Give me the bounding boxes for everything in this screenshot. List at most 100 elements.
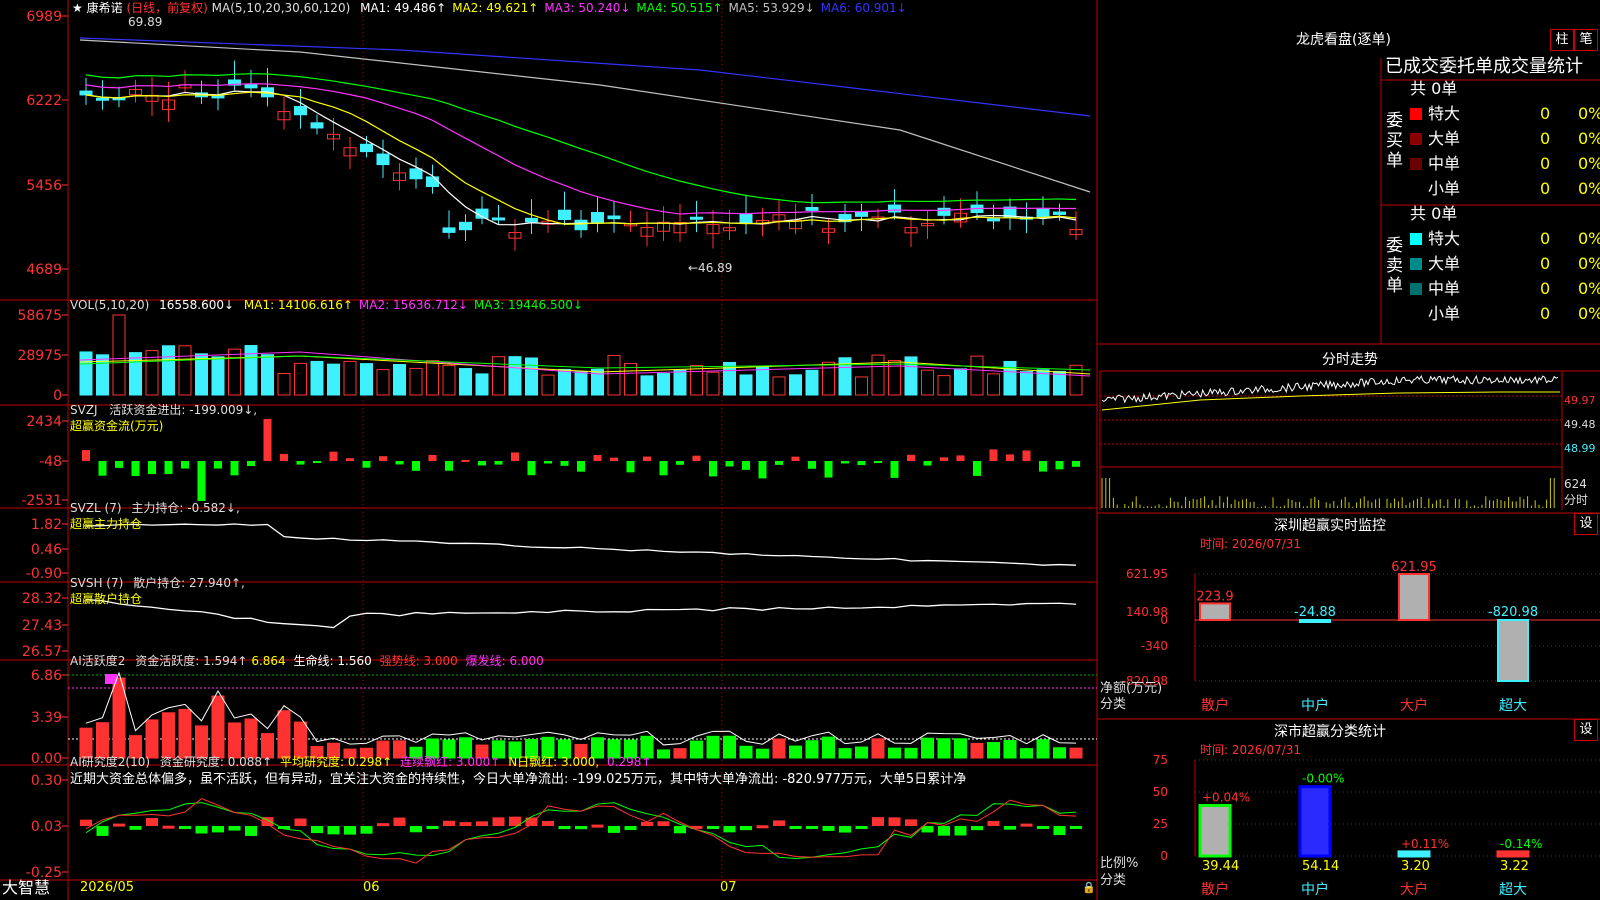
sz-stats-title: 深市超赢分类统计 xyxy=(1274,724,1386,740)
ai2-comment: 近期大资金总体偏多，虽不活跃，但有异动，宜关注大资金的持续性，今日大单净流出: … xyxy=(70,772,967,787)
volume-bar xyxy=(574,371,588,396)
ai1-y-label-0: 6.86 xyxy=(31,668,62,684)
sz-monitor-settings-button[interactable]: 设 xyxy=(1574,513,1598,535)
sz-stats-category: 中户 xyxy=(1301,881,1329,898)
flow-bar xyxy=(907,454,915,461)
sz-monitor-bar xyxy=(1299,619,1331,623)
stock-name[interactable]: 康希诺 xyxy=(87,1,123,15)
date-label-may: 2026/05 xyxy=(80,880,135,895)
buy-row: 大单 0 0% xyxy=(1410,131,1600,147)
flow-bar xyxy=(1055,461,1064,470)
volume-bar xyxy=(426,360,439,396)
sz-stats-value-label: 3.22 xyxy=(1500,859,1529,874)
chart-mode[interactable]: (日线，前复权) xyxy=(126,1,207,15)
research-bar xyxy=(558,826,571,830)
flow-bar xyxy=(1006,454,1014,461)
sz-monitor-bar-label: -24.88 xyxy=(1294,605,1336,620)
svzj-y-label-1: -48 xyxy=(39,454,62,470)
star-icon[interactable]: ★ xyxy=(72,1,83,15)
sell-row: 大单 0 0% xyxy=(1410,256,1600,272)
volume-bar xyxy=(673,369,687,396)
sell-side-char: 单 xyxy=(1386,276,1403,296)
flow-bar xyxy=(395,461,404,465)
volume-bar xyxy=(805,369,819,396)
tick-view-button[interactable]: 笔 xyxy=(1574,29,1598,51)
volume-bar xyxy=(129,352,142,396)
ai2-avg: 平均研究度: 0.298↑ xyxy=(279,755,393,769)
ai2-y-label-0: 0.30 xyxy=(31,773,62,789)
date-label-jun: 06 xyxy=(363,880,380,895)
date-label-jul: 07 xyxy=(720,880,737,895)
research-bar xyxy=(1020,823,1033,827)
activity-bar xyxy=(673,748,687,759)
flow-bar xyxy=(280,453,288,461)
sz-stats-y-label: 0 xyxy=(1160,849,1168,863)
sz-stats-value-label: 39.44 xyxy=(1202,859,1239,874)
research-bar xyxy=(1037,826,1049,829)
activity-bar xyxy=(739,745,753,759)
candle-body xyxy=(607,215,621,220)
order-stats-header: 已成交委托单成交量统计 xyxy=(1385,56,1583,77)
sz-monitor-bar-label: -820.98 xyxy=(1488,605,1538,620)
buy-row-count: 0 xyxy=(1540,104,1551,123)
activity-bar xyxy=(96,722,109,759)
research-bar xyxy=(987,820,1000,826)
flow-bar xyxy=(115,461,123,468)
volume-bar xyxy=(690,365,703,396)
research-bar xyxy=(96,826,109,836)
volume-bar xyxy=(112,314,126,396)
buy-row-count: 0 xyxy=(1540,154,1551,173)
sz-stats-bar xyxy=(1298,785,1332,858)
sz-monitor-y-label: -340 xyxy=(1141,639,1168,653)
bar-view-button[interactable]: 柱 xyxy=(1550,29,1574,51)
volume-bar xyxy=(162,345,175,396)
ai2-title: AI研究度2(10) xyxy=(70,755,151,769)
legend-swatch xyxy=(1410,233,1422,245)
flow-bar xyxy=(692,455,701,461)
sz-stats-y-label: 25 xyxy=(1153,817,1168,831)
ma5-line xyxy=(85,90,1077,226)
sz-stats-y-label: 75 xyxy=(1153,753,1168,767)
svzl-desc: 主力持仓: -0.582↓, xyxy=(131,501,240,515)
volume-bar xyxy=(789,374,802,396)
research-bar xyxy=(294,818,307,826)
volume-bar xyxy=(970,355,984,396)
activity-bar xyxy=(211,695,225,759)
svzj-header: SVZJ 活跃资金进出: -199.009↓, xyxy=(70,402,257,418)
svzj-y-label-2: -2531 xyxy=(21,493,62,509)
activity-bar xyxy=(970,742,984,759)
svsh-desc: 散户持仓: 27.940↑, xyxy=(133,576,245,590)
candle-body xyxy=(855,211,868,217)
sz-stats-settings-button[interactable]: 设 xyxy=(1574,719,1598,741)
sz-stats-y-label: 50 xyxy=(1153,785,1168,799)
sell-row-label: 大单 xyxy=(1428,254,1461,273)
volume-bar xyxy=(178,345,192,396)
ma-value-5: MA5: 53.929↓ xyxy=(728,1,815,15)
flow-bar xyxy=(709,461,717,477)
minute-chart-title: 分时走势 xyxy=(1322,352,1378,368)
lock-icon[interactable]: 🔒 xyxy=(1082,880,1096,896)
candle-body xyxy=(409,168,423,180)
candle-body xyxy=(1053,211,1066,215)
flow-bar xyxy=(164,461,173,474)
flow-bar xyxy=(742,461,750,470)
sz-monitor-bar-label: 621.95 xyxy=(1391,560,1437,575)
research-bar xyxy=(179,826,191,829)
buy-row-label: 大单 xyxy=(1428,129,1461,148)
ai2-y-label-1: 0.03 xyxy=(31,819,62,835)
research-bar xyxy=(1004,826,1016,830)
activity-bar xyxy=(244,718,258,759)
sz-monitor-y-label: 0 xyxy=(1160,613,1168,627)
svzl-y-label-0: 1.82 xyxy=(31,517,62,533)
volume-bar xyxy=(739,374,753,396)
activity-bar xyxy=(162,712,175,759)
buy-row-count: 0 xyxy=(1540,129,1551,148)
candle-body xyxy=(459,221,472,231)
activity-bar xyxy=(657,749,670,759)
main-position-line xyxy=(85,523,1077,566)
sell-row-label: 中单 xyxy=(1428,279,1461,298)
flow-bar xyxy=(989,449,998,461)
research-bar xyxy=(393,817,406,826)
buy-total: 共 0单 xyxy=(1410,79,1458,98)
ai1-burst: 爆发线: 6.000 xyxy=(465,654,544,668)
